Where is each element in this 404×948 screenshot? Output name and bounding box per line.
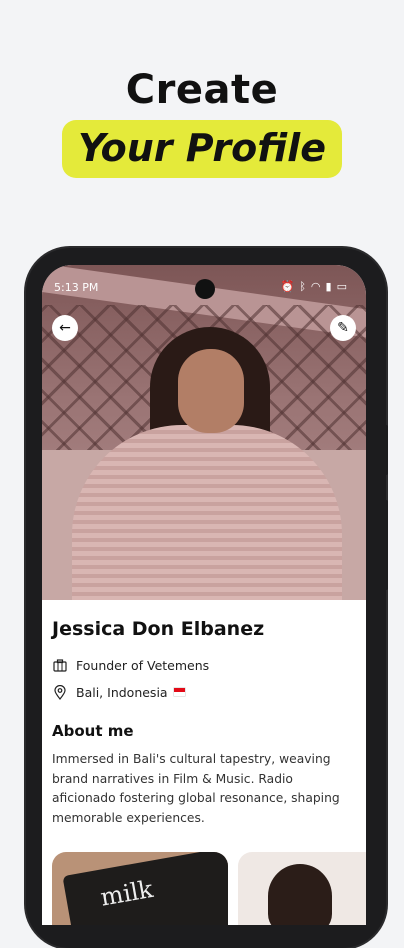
location-text: Bali, Indonesia	[76, 684, 168, 700]
photo-face	[178, 349, 244, 433]
app-screen: 5:13 PM ⏰ᛒ◠▮▭ ← ✎ Jessica Don Elbanez Fo…	[42, 265, 366, 925]
phone-side-button	[382, 425, 388, 475]
gallery-photo-2[interactable]	[238, 852, 366, 925]
status-time: 5:13 PM	[54, 281, 99, 294]
status-bar: 5:13 PM ⏰ᛒ◠▮▭	[42, 279, 366, 299]
battery-icon: ▭	[336, 280, 352, 293]
pencil-icon: ✎	[337, 320, 349, 336]
status-icons: ⏰ᛒ◠▮▭	[281, 280, 352, 293]
location-pin-icon	[52, 684, 68, 700]
edit-button[interactable]: ✎	[330, 315, 356, 341]
arrow-left-icon: ←	[59, 320, 71, 336]
wifi-icon: ◠	[310, 280, 326, 293]
profile-photo	[42, 265, 366, 600]
photo-head	[268, 864, 332, 925]
location-row: Bali, Indonesia	[52, 683, 185, 701]
headline: Create Your Profile	[0, 66, 404, 178]
gallery-photo-1[interactable]: milk	[52, 852, 228, 925]
photo-sweater	[72, 425, 342, 600]
headline-highlight: Your Profile	[62, 120, 342, 178]
briefcase-icon	[52, 657, 68, 673]
about-text: Immersed in Bali's cultural tapestry, we…	[52, 752, 340, 825]
back-button[interactable]: ←	[52, 315, 78, 341]
profile-details: Jessica Don Elbanez Founder of Vetemens …	[42, 600, 366, 925]
photo-card-text: milk	[98, 874, 156, 912]
bluetooth-icon: ᛒ	[299, 280, 311, 293]
front-camera	[195, 279, 215, 299]
occupation-text: Founder of Vetemens	[76, 657, 210, 673]
profile-name: Jessica Don Elbanez	[52, 618, 265, 640]
phone-side-button	[382, 500, 388, 590]
signal-icon: ▮	[325, 280, 337, 293]
about-title: About me	[52, 722, 134, 740]
headline-line-1: Create	[125, 67, 279, 113]
alarm-icon: ⏰	[280, 280, 300, 293]
indonesia-flag-icon	[173, 688, 185, 696]
photo-card: milk	[62, 852, 228, 925]
occupation-row: Founder of Vetemens	[52, 656, 209, 674]
